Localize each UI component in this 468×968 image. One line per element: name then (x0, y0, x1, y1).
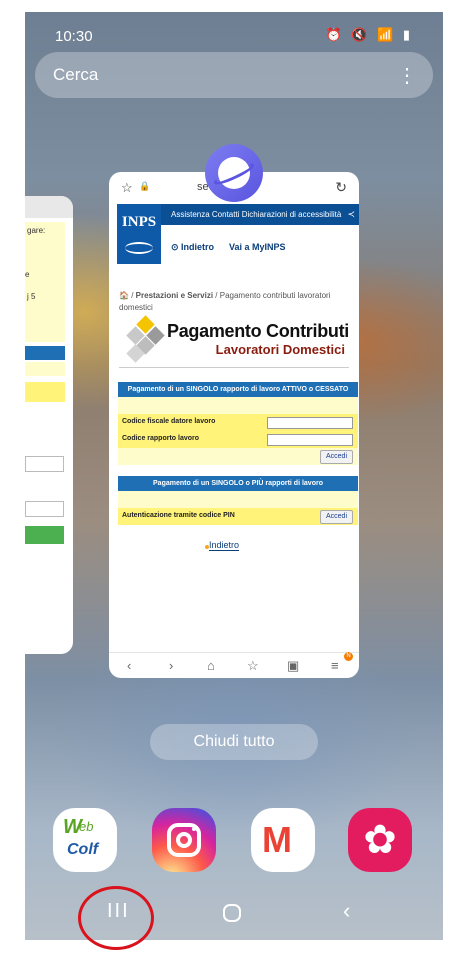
left-card-green-button (25, 526, 64, 544)
bookmark-star-icon[interactable]: ☆ (121, 180, 133, 196)
single-rapport-section: Pagamento di un SINGOLO rapporto di lavo… (118, 382, 358, 465)
section-header: Pagamento di un SINGOLO rapporto di lavo… (118, 382, 358, 397)
home-icon[interactable]: 🏠 (119, 291, 129, 300)
left-card-note (25, 222, 65, 342)
left-card-text: j 5 (27, 292, 36, 301)
samsung-internet-app-icon[interactable] (205, 144, 263, 202)
status-bar: 10:30 ⏰ 🔇 📶 ▮ (25, 12, 443, 56)
inps-logo-wave (125, 242, 153, 254)
section-header: Pagamento di un SINGOLO o PIÙ rapporti d… (118, 476, 358, 491)
left-card-input (25, 456, 64, 472)
accedi-pin-button[interactable]: Accedi (319, 510, 353, 524)
status-icons: ⏰ 🔇 📶 ▮ (325, 27, 413, 42)
left-card-text: e (25, 270, 30, 279)
gallery-app-icon[interactable]: ✿ (348, 808, 412, 872)
left-card-blue-bar (25, 346, 65, 360)
accedi-button[interactable]: Accedi (319, 450, 353, 464)
breadcrumb-section[interactable]: Prestazioni e Servizi (136, 291, 213, 300)
status-time: 10:30 (55, 28, 93, 45)
more-options-icon[interactable]: ⋮ (397, 63, 417, 88)
left-card-text: gare: (27, 226, 46, 235)
blank-row (118, 491, 358, 508)
reload-icon[interactable]: ↻ (335, 179, 347, 196)
menu-icon[interactable]: ≡ (331, 658, 339, 673)
search-input[interactable]: Cerca (53, 65, 98, 85)
codice-rapporto-label: Codice rapporto lavoro (122, 435, 200, 442)
codice-fiscale-label: Codice fiscale datore lavoro (122, 418, 216, 425)
search-bar[interactable]: Cerca ⋮ (35, 52, 433, 98)
browser-toolbar: ‹ › ⌂ ☆ ▣ ≡ N (109, 652, 359, 678)
tabs-icon[interactable]: ▣ (287, 658, 299, 674)
camera-flash (192, 827, 196, 831)
lock-icon: 🔒 (139, 181, 151, 191)
breadcrumb: 🏠 / Prestazioni e Servizi / Pagamento co… (119, 291, 331, 312)
inps-topline: Assistenza Contatti Dichiarazioni di acc… (161, 204, 359, 225)
back-arrow-icon[interactable]: ‹ (127, 658, 131, 673)
left-card-header (25, 196, 73, 218)
indietro-bottom-link[interactable]: Indietro (209, 540, 240, 551)
gmail-app-icon[interactable]: M (251, 808, 315, 872)
red-highlight-circle (78, 886, 154, 950)
inps-logo[interactable]: INPS (117, 204, 161, 264)
flower-icon: ✿ (363, 818, 397, 862)
pin-auth-label: Autenticazione tramite codice PIN (122, 512, 235, 519)
page-title: Pagamento Contributi (167, 321, 349, 341)
page-title-block: Pagamento Contributi Lavoratori Domestic… (119, 315, 349, 365)
recent-app-card-left[interactable]: gare: e j 5 (25, 196, 73, 654)
camera-lens (176, 832, 192, 848)
home-icon[interactable]: ⌂ (207, 658, 215, 673)
page-subtitle: Lavoratori Domestici (215, 342, 345, 357)
recents-screen: 10:30 ⏰ 🔇 📶 ▮ Cerca ⋮ gare: e j 5 ☆ 🔒 se… (25, 12, 443, 940)
bookmark-icon[interactable]: ☆ (247, 658, 259, 674)
left-card-yellow-row (25, 362, 65, 376)
left-card-input (25, 501, 64, 517)
inps-header: INPS Assistenza Contatti Dichiarazioni d… (109, 202, 359, 277)
inps-top-links[interactable]: Assistenza Contatti Dichiarazioni di acc… (171, 210, 341, 219)
instagram-app-icon[interactable] (152, 808, 216, 872)
close-all-button[interactable]: Chiudi tutto (150, 724, 318, 760)
blank-row (118, 397, 358, 414)
codice-fiscale-input[interactable] (267, 417, 353, 429)
forward-arrow-icon[interactable]: › (169, 658, 173, 673)
share-icon[interactable]: ≺ (347, 204, 355, 225)
back-button[interactable]: ‹ (343, 898, 350, 924)
button-row: Accedi (118, 448, 358, 465)
left-card-yellow-row (25, 382, 65, 402)
home-button[interactable] (223, 904, 241, 922)
form-row-pin: Autenticazione tramite codice PIN Accedi (118, 508, 358, 525)
codice-rapporto-input[interactable] (267, 434, 353, 446)
recent-app-card-browser[interactable]: ☆ 🔒 se……ps.it ↻ INPS Assistenza Contatti… (109, 172, 359, 678)
indietro-top-link[interactable]: ⊙ Indietro (171, 242, 214, 253)
form-row-codice-rapporto: Codice rapporto lavoro (118, 431, 358, 448)
webcolf-app-icon[interactable]: W eb Colf (53, 808, 117, 872)
diamond-logo-icon (123, 315, 167, 363)
myinps-link[interactable]: Vai a MyINPS (229, 242, 286, 252)
form-row-codice-fiscale: Codice fiscale datore lavoro (118, 414, 358, 431)
multi-rapport-section: Pagamento di un SINGOLO o PIÙ rapporti d… (118, 476, 358, 525)
divider (119, 367, 349, 368)
menu-badge: N (344, 652, 353, 661)
